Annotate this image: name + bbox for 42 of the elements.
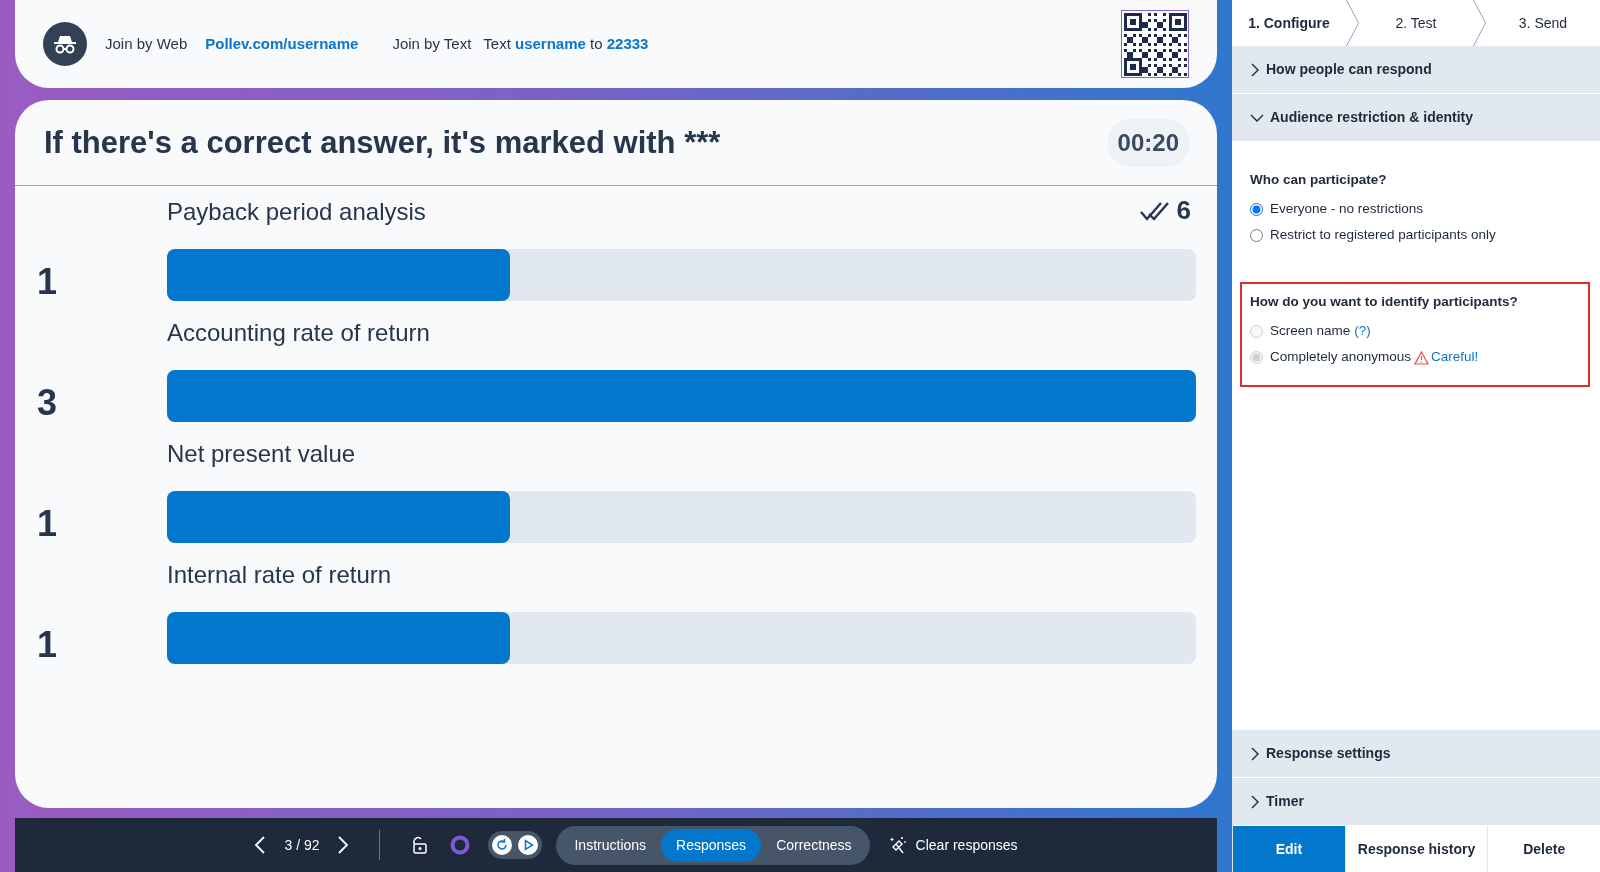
- join-text-label: Join by Text: [392, 33, 472, 54]
- join-web-label: Join by Web: [105, 33, 188, 54]
- option-label: Screen name: [1270, 322, 1351, 341]
- timer: 00:20: [1107, 118, 1189, 167]
- radio-button[interactable]: [1250, 228, 1263, 242]
- play-icon[interactable]: [517, 834, 540, 856]
- incognito-avatar-icon: [43, 22, 87, 66]
- chevron-down-icon: [1250, 112, 1264, 123]
- chevron-right-icon: [1250, 746, 1260, 761]
- accordion-header[interactable]: Audience restriction & identity: [1232, 94, 1600, 142]
- response-count: 6: [1176, 194, 1191, 227]
- mode-tab[interactable]: Correctness: [761, 828, 867, 862]
- clear-responses-button[interactable]: Clear responses: [883, 830, 1022, 860]
- accordion-header[interactable]: Response settings: [1232, 730, 1600, 778]
- chevron-right-icon: [1250, 62, 1260, 77]
- join-text-instruction: Text username to 22333: [483, 33, 649, 54]
- answer-label: Payback period analysis: [167, 197, 426, 227]
- warning-icon: [1414, 350, 1430, 365]
- join-web-link[interactable]: Pollev.com/username: [205, 32, 359, 56]
- option-label: Restrict to registered participants only: [1270, 226, 1496, 245]
- accordion-header[interactable]: Timer: [1232, 778, 1600, 826]
- mode-tab[interactable]: Instructions: [559, 828, 662, 862]
- qr-code-icon: [1121, 10, 1189, 78]
- vote-count: 3: [36, 381, 59, 425]
- vote-count: 1: [36, 623, 59, 667]
- chevron-right-icon: [1250, 794, 1260, 809]
- vote-count: 1: [36, 502, 59, 546]
- question-label: How do you want to identify participants?: [1250, 293, 1519, 312]
- answer-label: Net present value: [167, 439, 356, 469]
- action-button[interactable]: Edit: [1232, 826, 1345, 872]
- answer-label: Accounting rate of return: [167, 318, 430, 348]
- question-label: Who can participate?: [1250, 171, 1388, 189]
- option-label: Everyone - no restrictions: [1270, 200, 1424, 219]
- poll-title: If there's a correct answer, it's marked with ***: [44, 123, 721, 162]
- answer-label: Internal rate of return: [167, 560, 392, 590]
- option-label: Completely anonymous: [1270, 348, 1412, 367]
- radio-button[interactable]: [1250, 202, 1263, 216]
- page-counter: 3 / 92: [284, 835, 320, 855]
- accordion-header[interactable]: How people can respond: [1232, 46, 1600, 94]
- mode-tab[interactable]: Responses: [661, 828, 762, 862]
- refresh-icon[interactable]: [491, 834, 514, 856]
- vote-count: 1: [36, 260, 59, 304]
